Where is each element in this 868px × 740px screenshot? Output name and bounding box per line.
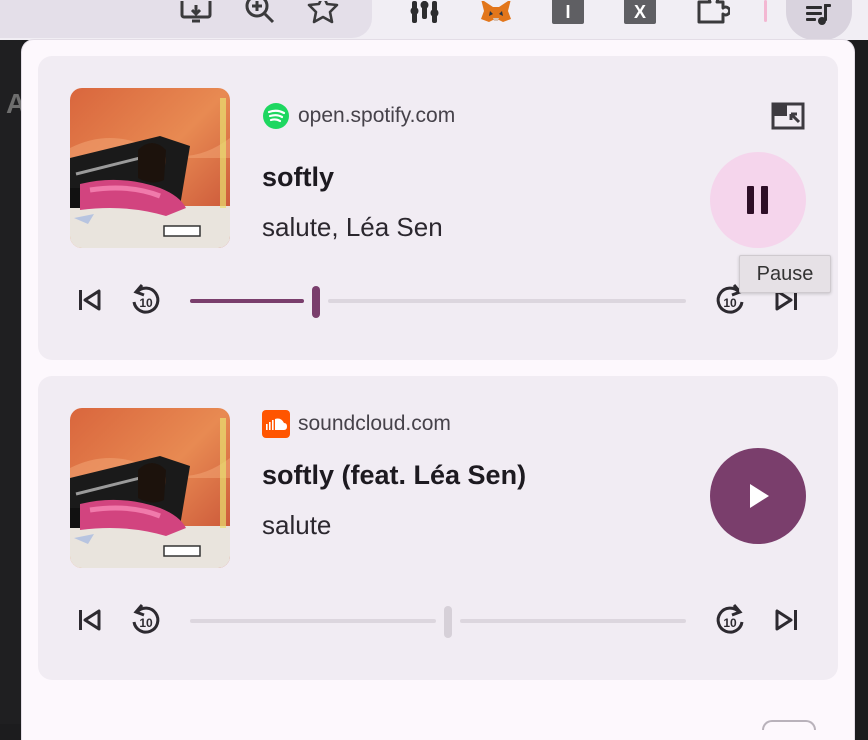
seek-slider[interactable] bbox=[190, 286, 686, 318]
picture-in-picture-icon bbox=[771, 102, 805, 130]
track-title: softly bbox=[262, 162, 335, 192]
album-art bbox=[70, 408, 230, 568]
seek-thumb[interactable] bbox=[444, 606, 452, 638]
pause-tooltip: Pause bbox=[739, 255, 831, 293]
seek-remaining bbox=[460, 619, 686, 623]
extensions-puzzle-icon[interactable] bbox=[694, 0, 730, 26]
replay-10-icon: 10 bbox=[132, 284, 160, 314]
seek-slider[interactable] bbox=[190, 606, 686, 638]
seek-thumb[interactable] bbox=[312, 286, 320, 318]
svg-text:10: 10 bbox=[723, 296, 737, 310]
queue-music-icon bbox=[806, 4, 831, 25]
ext-i-tile[interactable]: I bbox=[552, 0, 584, 24]
origin-row: soundcloud.com bbox=[262, 410, 451, 438]
media-session-card-soundcloud: soundcloud.com softly (feat. Léa Sen) sa… bbox=[38, 376, 838, 680]
seek-played bbox=[190, 619, 436, 623]
origin-label: open.spotify.com bbox=[298, 104, 456, 127]
forward-10-icon: 10 bbox=[716, 604, 744, 634]
track-artist: salute bbox=[262, 510, 332, 540]
spotify-icon bbox=[263, 103, 289, 129]
previous-track-button[interactable] bbox=[70, 280, 110, 320]
track-title: softly (feat. Léa Sen) bbox=[262, 460, 527, 490]
ext-x-tile[interactable]: X bbox=[624, 0, 656, 24]
cast-icon[interactable] bbox=[178, 0, 214, 26]
origin-label: soundcloud.com bbox=[298, 412, 451, 435]
bookmark-star-icon[interactable] bbox=[306, 0, 340, 26]
page-background-strip: A bbox=[0, 40, 26, 724]
picture-in-picture-button[interactable] bbox=[770, 100, 806, 132]
seek-played bbox=[190, 299, 304, 303]
previous-track-button[interactable] bbox=[70, 600, 110, 640]
pause-button[interactable] bbox=[710, 152, 806, 248]
replay-10-button[interactable]: 10 bbox=[126, 280, 166, 320]
media-session-card-spotify: open.spotify.com softly salute, Léa Sen … bbox=[38, 56, 838, 360]
browser-toolbar: I X bbox=[0, 0, 868, 40]
replay-10-button[interactable]: 10 bbox=[126, 600, 166, 640]
media-controls-dialog: open.spotify.com softly salute, Léa Sen … bbox=[22, 40, 854, 740]
replay-10-icon: 10 bbox=[132, 604, 160, 634]
play-icon bbox=[750, 484, 769, 508]
skip-previous-icon bbox=[79, 289, 101, 311]
svg-text:10: 10 bbox=[723, 616, 737, 630]
origin-row: open.spotify.com bbox=[262, 102, 455, 130]
forward-10-button[interactable]: 10 bbox=[710, 600, 750, 640]
album-art bbox=[70, 88, 230, 248]
svg-text:10: 10 bbox=[139, 296, 153, 310]
skip-previous-icon bbox=[79, 609, 101, 631]
soundcloud-icon bbox=[262, 410, 290, 438]
metamask-fox-icon[interactable] bbox=[478, 0, 514, 26]
toolbar-divider bbox=[764, 0, 767, 22]
skip-next-icon bbox=[775, 609, 797, 631]
track-artist: salute, Léa Sen bbox=[262, 212, 443, 242]
pause-icon bbox=[747, 186, 768, 214]
play-button[interactable] bbox=[710, 448, 806, 544]
svg-text:10: 10 bbox=[139, 616, 153, 630]
equalizer-extension-icon[interactable] bbox=[408, 0, 442, 26]
next-track-button[interactable] bbox=[766, 600, 806, 640]
zoom-icon[interactable] bbox=[244, 0, 276, 26]
partial-toggle-control[interactable] bbox=[762, 720, 816, 730]
seek-remaining bbox=[328, 299, 686, 303]
global-media-controls-button[interactable] bbox=[786, 0, 852, 40]
